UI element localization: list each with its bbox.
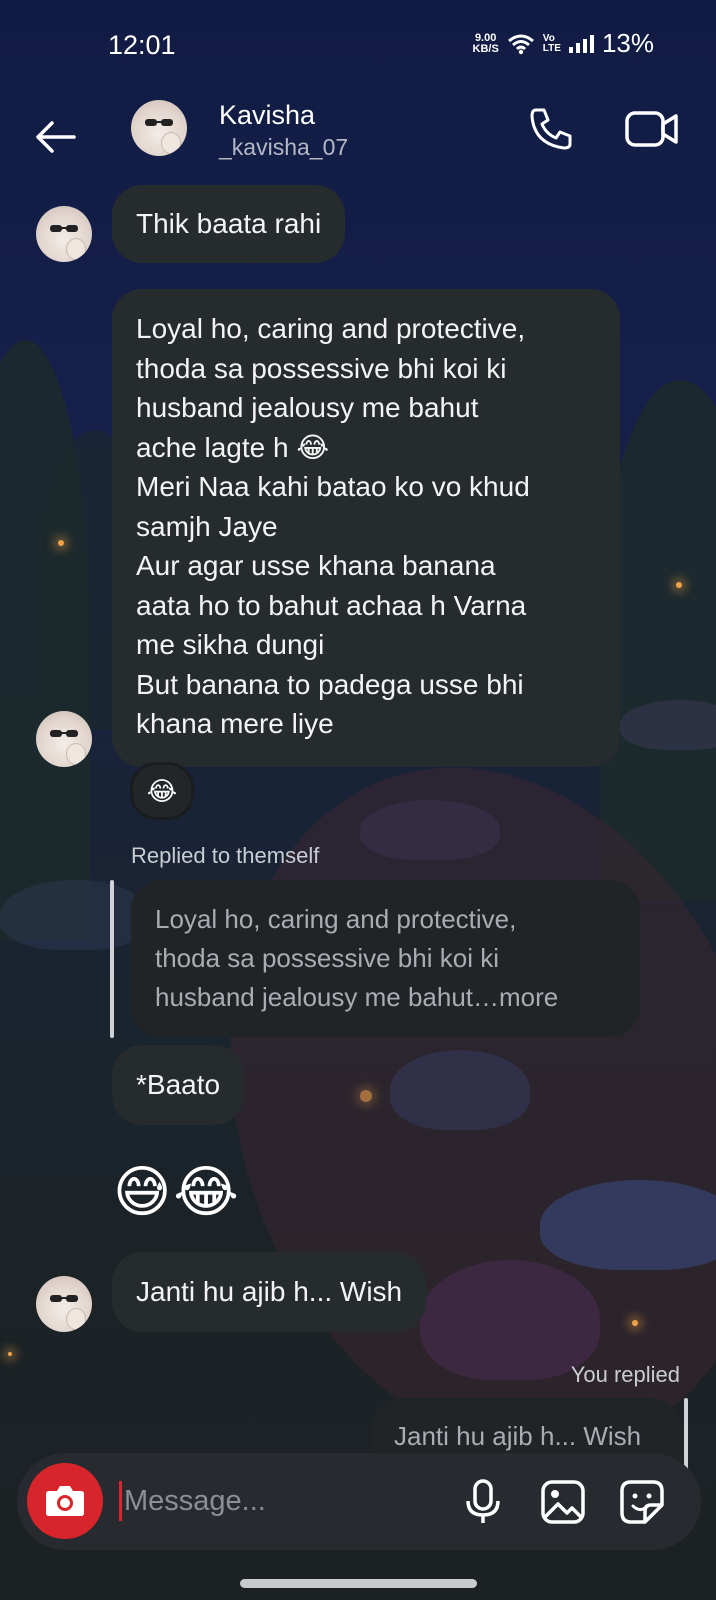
sender-avatar[interactable] [36, 1276, 92, 1332]
contact-name[interactable]: Kavisha [219, 100, 315, 131]
contact-avatar[interactable] [131, 100, 187, 156]
status-bar: 12:01 9.00 KB/S Vo LTE 13% [0, 0, 716, 92]
clock: 12:01 [108, 30, 176, 60]
microphone-icon[interactable] [459, 1477, 507, 1527]
reply-context-label: You replied [570, 1362, 680, 1387]
wifi-icon [507, 34, 534, 54]
message-bubble[interactable]: Thik baata rahi [112, 185, 346, 263]
back-arrow-icon[interactable] [30, 112, 80, 162]
message-composer [17, 1453, 701, 1550]
chat-header: Kavisha _kavisha_07 [0, 92, 716, 180]
message-bubble[interactable]: Loyal ho, caring and protective, thoda s… [112, 289, 620, 767]
battery-level: 13% [601, 28, 654, 58]
video-camera-icon[interactable] [624, 104, 680, 154]
message-input[interactable] [117, 1473, 444, 1529]
sender-avatar[interactable] [36, 711, 92, 767]
emoji-message[interactable]: 😅😂 [113, 1158, 241, 1226]
reply-indicator-line [110, 880, 114, 1038]
message-bubble[interactable]: *Baato [112, 1045, 245, 1125]
phone-icon[interactable] [526, 104, 576, 154]
sender-avatar[interactable] [36, 206, 92, 262]
contact-username[interactable]: _kavisha_07 [219, 134, 348, 161]
sticker-icon[interactable] [617, 1477, 667, 1527]
gallery-icon[interactable] [538, 1477, 588, 1527]
chat-background [0, 0, 716, 1600]
quoted-message[interactable]: Loyal ho, caring and protective, thoda s… [131, 880, 640, 1037]
camera-button[interactable] [27, 1463, 103, 1539]
home-indicator[interactable] [240, 1579, 477, 1588]
message-reaction[interactable]: 😂 [130, 762, 194, 820]
reply-context-label: Replied to themself [131, 843, 320, 868]
volte-indicator: Vo LTE [542, 32, 561, 54]
camera-icon [46, 1486, 84, 1516]
network-speed: 9.00 KB/S [472, 31, 499, 55]
signal-icon [568, 34, 594, 53]
message-bubble[interactable]: Janti hu ajib h... Wish [112, 1252, 427, 1332]
